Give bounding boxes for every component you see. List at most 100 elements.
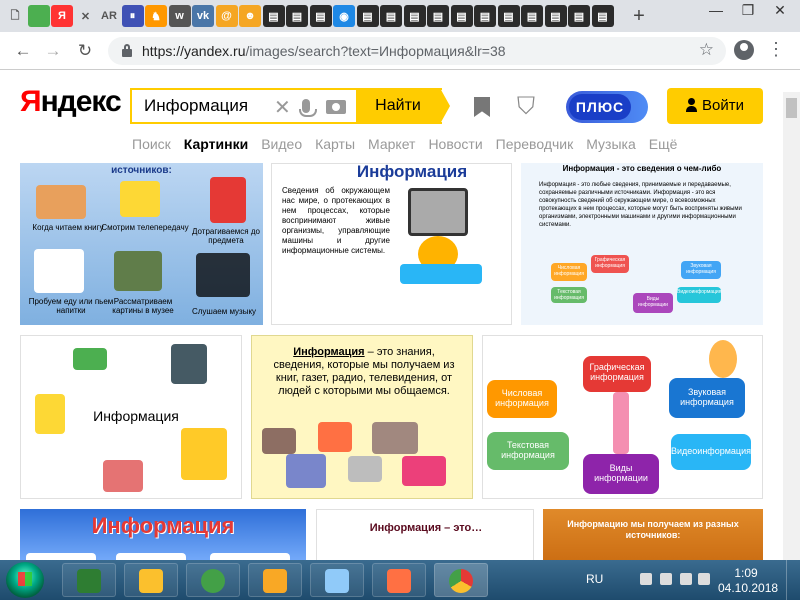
- image-result[interactable]: Информация – это знания, сведения, котор…: [251, 335, 473, 499]
- bookmark-star-icon[interactable]: ☆: [699, 40, 714, 60]
- yandex-logo[interactable]: Яндекс: [20, 85, 122, 119]
- node-label: Графическая информация: [589, 362, 645, 382]
- taskbar-app-icon[interactable]: [124, 563, 178, 597]
- service-tab[interactable]: Карты: [315, 136, 355, 152]
- taskbar-app-icon[interactable]: [434, 563, 488, 597]
- close-tab-icon[interactable]: ✕: [74, 5, 97, 27]
- volume-tray-icon[interactable]: [698, 573, 710, 585]
- camera-icon[interactable]: [326, 100, 346, 114]
- tab-glyph: ▤: [550, 10, 561, 23]
- shield-icon[interactable]: ⛉: [517, 93, 535, 121]
- scrollbar-thumb[interactable]: [786, 98, 797, 118]
- page-icon[interactable]: ▤: [544, 5, 567, 27]
- page-icon[interactable]: ▤: [591, 5, 614, 27]
- page-icon[interactable]: ▤: [521, 5, 543, 27]
- collections-icon[interactable]: [474, 97, 490, 117]
- diagram-node: Виды информации: [583, 454, 659, 494]
- taskbar-app-icon[interactable]: [310, 563, 364, 597]
- globe-icon[interactable]: ◉: [333, 5, 355, 27]
- image-result[interactable]: Информация - это сведения о чем-либо Инф…: [521, 163, 763, 325]
- search-query[interactable]: Информация: [144, 96, 248, 116]
- green-square-icon[interactable]: [27, 5, 50, 27]
- image-result[interactable]: Информацию мы получаем из разных источни…: [543, 509, 763, 560]
- image-result[interactable]: Графическая информация Числовая информац…: [482, 335, 763, 499]
- browser-menu-icon[interactable]: ⋮: [766, 38, 786, 62]
- page-icon[interactable]: ▤: [356, 5, 379, 27]
- device-tray-icon[interactable]: [660, 573, 672, 585]
- plus-button[interactable]: ПЛЮС: [566, 91, 648, 123]
- vk-icon[interactable]: vk: [192, 5, 214, 27]
- image-title: Информация: [356, 163, 468, 181]
- new-tab-button[interactable]: +: [628, 5, 650, 27]
- search-button[interactable]: Найти: [356, 88, 440, 124]
- page-icon[interactable]: ▤: [497, 5, 520, 27]
- taskbar-app-icon[interactable]: [248, 563, 302, 597]
- service-tab[interactable]: Новости: [428, 136, 482, 152]
- login-label: Войти: [702, 97, 744, 114]
- network-tray-icon[interactable]: [640, 573, 652, 585]
- image-result[interactable]: Информация Сведения об окружающем нас ми…: [271, 163, 512, 325]
- clock[interactable]: 1:09 04.10.2018: [718, 566, 778, 596]
- notepad-icon: [325, 569, 349, 593]
- page-icon[interactable]: ▤: [286, 5, 308, 27]
- flag-tray-icon[interactable]: [680, 573, 692, 585]
- tab-glyph: ✕: [80, 10, 91, 23]
- diagram-node: Текстовая информация: [487, 432, 569, 470]
- language-indicator[interactable]: RU: [586, 572, 603, 586]
- service-tab[interactable]: Картинки: [184, 136, 248, 152]
- service-tab[interactable]: Маркет: [368, 136, 415, 152]
- restore-button[interactable]: ❐: [732, 0, 764, 22]
- page-icon[interactable]: ▤: [309, 5, 332, 27]
- address-bar[interactable]: https://yandex.ru/images/search?text=Инф…: [108, 37, 726, 65]
- close-window-button[interactable]: ✕: [764, 0, 796, 22]
- service-tab[interactable]: Переводчик: [496, 136, 574, 152]
- page-icon[interactable]: ▤: [568, 5, 590, 27]
- w-icon[interactable]: w: [168, 5, 191, 27]
- yandex-icon[interactable]: Я: [51, 5, 73, 27]
- page-icon[interactable]: ▤: [380, 5, 402, 27]
- forward-button[interactable]: →: [42, 40, 64, 62]
- clear-icon[interactable]: ✕: [274, 95, 291, 120]
- start-button[interactable]: [6, 562, 44, 598]
- service-tab[interactable]: Музыка: [586, 136, 636, 152]
- microphone-icon[interactable]: [299, 99, 317, 117]
- lion-icon[interactable]: ☻: [239, 5, 261, 27]
- image-result[interactable]: Информация – это…: [316, 509, 534, 560]
- page-icon[interactable]: ▤: [262, 5, 285, 27]
- pause-icon[interactable]: ⏸: [121, 5, 144, 27]
- image-result[interactable]: Информация: [20, 335, 242, 499]
- logo-text: ндекс: [40, 85, 122, 118]
- node-label: Числовая информация: [554, 265, 584, 277]
- service-tab[interactable]: Видео: [261, 136, 302, 152]
- cat-icon[interactable]: ♞: [145, 5, 167, 27]
- search-button-arrow[interactable]: [440, 88, 450, 124]
- reload-button[interactable]: ↻: [74, 40, 96, 62]
- taskbar-app-icon[interactable]: [62, 563, 116, 597]
- login-button[interactable]: Войти: [667, 88, 763, 124]
- back-button[interactable]: ←: [12, 40, 34, 62]
- show-desktop-button[interactable]: [786, 560, 800, 600]
- page-icon[interactable]: ▤: [474, 5, 496, 27]
- url-text[interactable]: https://yandex.ru/images/search?text=Инф…: [142, 43, 506, 59]
- newspaper-illustration: [35, 394, 65, 434]
- service-tab[interactable]: Ещё: [649, 136, 678, 152]
- taskbar-app-icon[interactable]: [372, 563, 426, 597]
- page-icon[interactable]: ▤: [427, 5, 449, 27]
- mail-agent-icon: [201, 569, 225, 593]
- page-icon[interactable]: ▤: [403, 5, 426, 27]
- taskbar-app-icon[interactable]: [186, 563, 240, 597]
- service-tab[interactable]: Поиск: [132, 136, 171, 152]
- minimize-button[interactable]: —: [700, 0, 732, 22]
- diagram-node: Текстовая информация: [551, 287, 587, 303]
- at-icon[interactable]: @: [215, 5, 238, 27]
- image-result[interactable]: источников: Когда читаем книгу Смотрим т…: [20, 163, 263, 325]
- scrollbar[interactable]: [783, 92, 800, 560]
- dancing-figures-illustration: [196, 253, 250, 297]
- node-label: Текстовая информация: [554, 289, 584, 301]
- ar-icon[interactable]: AR: [98, 5, 120, 27]
- profile-avatar-icon[interactable]: [734, 40, 754, 60]
- image-result[interactable]: Информация: [20, 509, 306, 560]
- page-icon[interactable]: ▤: [450, 5, 473, 27]
- people-talking-illustration: [372, 422, 418, 454]
- document-icon[interactable]: 🗋: [4, 5, 26, 27]
